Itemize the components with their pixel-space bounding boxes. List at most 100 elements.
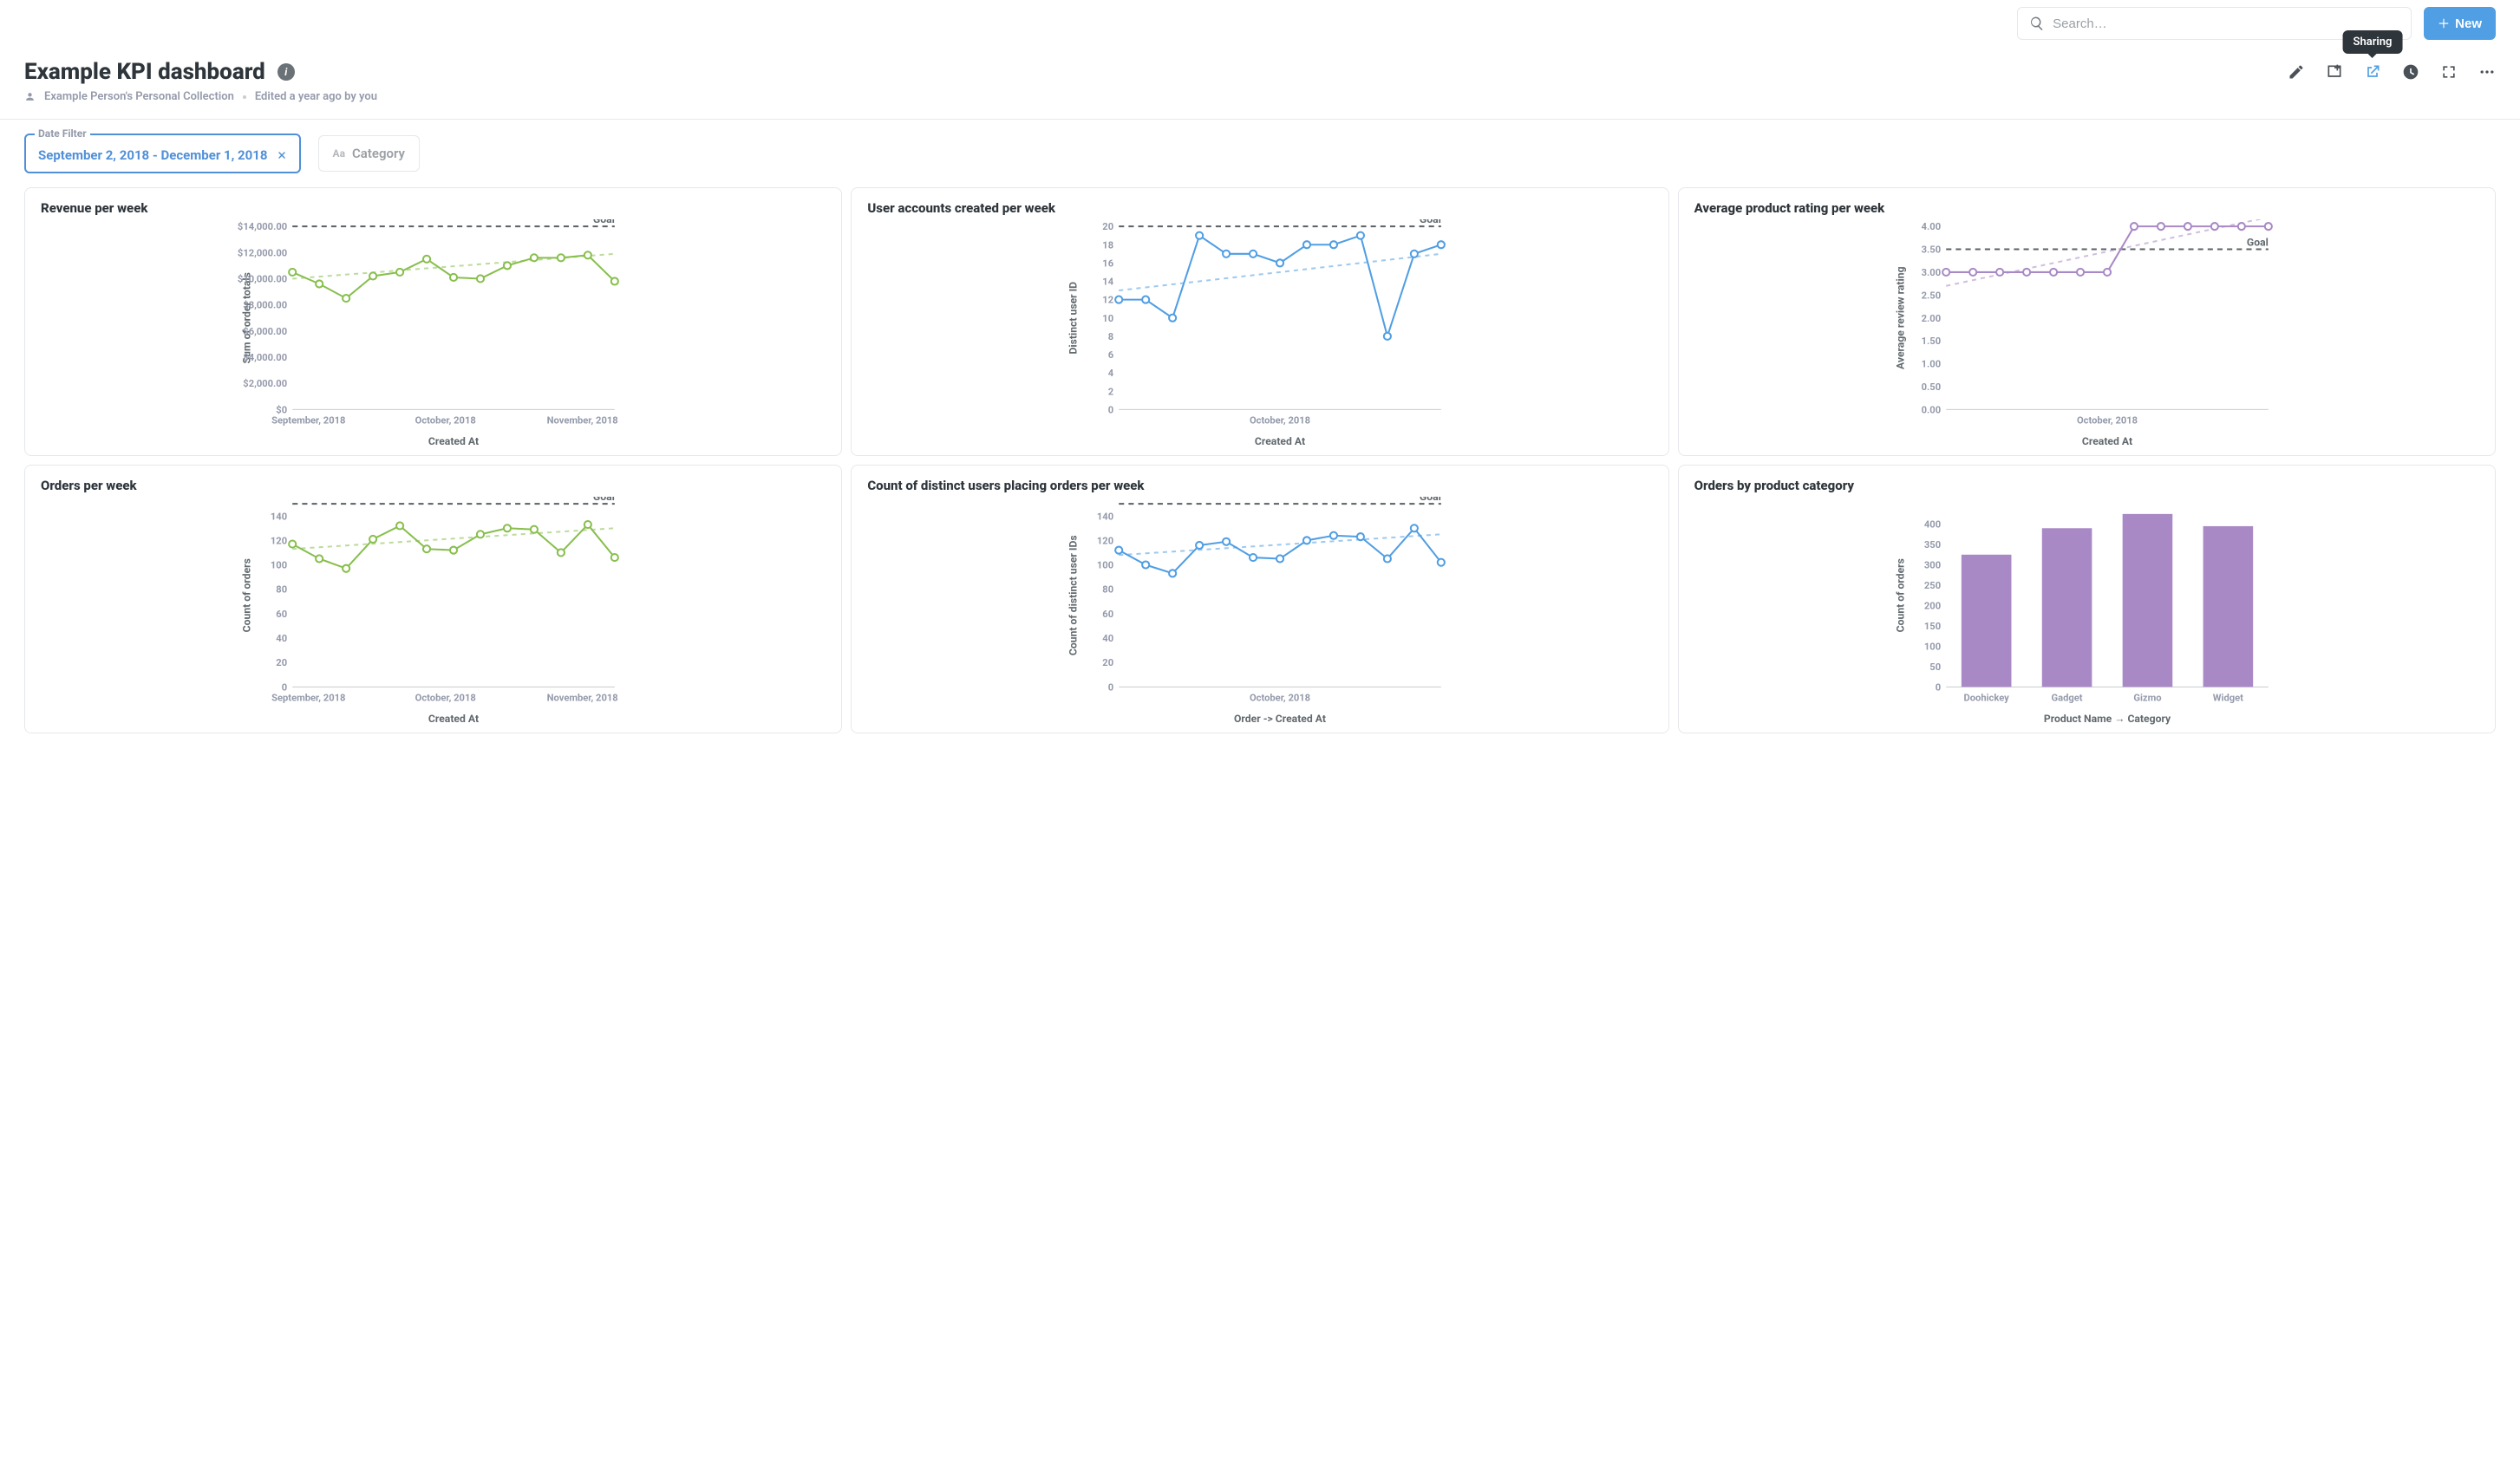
share-icon[interactable] [2364, 63, 2381, 81]
svg-text:1.00: 1.00 [1921, 359, 1940, 370]
card-title: Count of distinct users placing orders p… [867, 478, 1652, 493]
svg-text:6: 6 [1108, 349, 1114, 361]
svg-text:4: 4 [1108, 368, 1114, 379]
svg-text:Gizmo: Gizmo [2133, 693, 2161, 704]
svg-text:0: 0 [1935, 681, 1940, 693]
svg-text:Created At: Created At [1255, 435, 1305, 447]
page-title: Example KPI dashboard [24, 59, 265, 85]
svg-text:150: 150 [1924, 621, 1941, 632]
card-category-bars[interactable]: Orders by product category Count of order… [1678, 465, 2496, 733]
svg-text:Product Name → Category: Product Name → Category [2044, 713, 2171, 725]
svg-text:Doohickey: Doohickey [1963, 693, 2009, 704]
svg-text:4.00: 4.00 [1921, 221, 1940, 232]
svg-text:140: 140 [271, 511, 287, 522]
card-orders[interactable]: Orders per weekCount of ordersCreated At… [24, 465, 842, 733]
plus-icon [2438, 17, 2450, 29]
svg-text:Goal: Goal [1420, 497, 1441, 503]
dashboard-grid: Revenue per week Sum of order totals Creat… [0, 187, 2520, 759]
svg-text:November, 2018: November, 2018 [547, 415, 618, 427]
add-card-icon[interactable] [2326, 63, 2343, 81]
svg-text:0: 0 [1108, 681, 1113, 693]
dashboard-header: Example KPI dashboard i Sharing Example … [0, 47, 2520, 120]
svg-text:300: 300 [1924, 560, 1941, 571]
svg-text:Sum of order totals: Sum of order totals [240, 272, 252, 363]
separator-dot [243, 95, 246, 99]
svg-text:0.50: 0.50 [1921, 381, 1940, 393]
topbar: New [0, 0, 2520, 47]
svg-text:16: 16 [1103, 257, 1114, 269]
svg-text:October, 2018: October, 2018 [415, 693, 476, 704]
svg-text:100: 100 [1924, 641, 1941, 652]
svg-text:2.00: 2.00 [1921, 313, 1940, 324]
svg-text:2.50: 2.50 [1921, 290, 1940, 301]
card-user-accounts[interactable]: User accounts created per week Distinct u… [851, 187, 1668, 456]
svg-text:120: 120 [271, 535, 287, 546]
svg-text:20: 20 [276, 657, 287, 668]
svg-text:Count of distinct user IDs: Count of distinct user IDs [1067, 535, 1080, 655]
card-title: User accounts created per week [867, 200, 1652, 216]
more-icon[interactable] [2478, 63, 2496, 81]
svg-text:Created At: Created At [428, 435, 479, 447]
svg-text:Widget: Widget [2212, 693, 2243, 704]
svg-text:November, 2018: November, 2018 [547, 693, 618, 704]
svg-text:$4,000.00: $4,000.00 [243, 352, 287, 363]
svg-text:2: 2 [1108, 386, 1113, 397]
svg-text:400: 400 [1924, 519, 1941, 531]
svg-text:20: 20 [1103, 221, 1114, 232]
svg-text:100: 100 [1097, 560, 1113, 571]
breadcrumb: Example Person's Personal Collection Edi… [24, 90, 2496, 103]
svg-text:80: 80 [276, 584, 287, 596]
svg-text:200: 200 [1924, 601, 1941, 612]
tooltip-sharing: Sharing [2343, 30, 2403, 54]
svg-text:Goal: Goal [1420, 219, 1441, 225]
svg-text:Count of orders: Count of orders [1894, 558, 1906, 632]
svg-text:100: 100 [271, 560, 287, 571]
pencil-icon[interactable] [2288, 63, 2305, 81]
date-filter-value: September 2, 2018 - December 1, 2018 [38, 147, 268, 163]
svg-text:250: 250 [1924, 580, 1941, 591]
search-icon [2029, 16, 2045, 31]
svg-text:Goal: Goal [593, 497, 615, 503]
card-title: Orders by product category [1694, 478, 2479, 493]
clock-icon[interactable] [2402, 63, 2419, 81]
svg-text:Count of orders: Count of orders [240, 558, 252, 632]
collection-link[interactable]: Example Person's Personal Collection [44, 90, 234, 103]
svg-text:Average review rating: Average review rating [1894, 266, 1906, 369]
svg-text:140: 140 [1097, 511, 1113, 522]
card-avg-rating[interactable]: Average product rating per week Average r… [1678, 187, 2496, 456]
filter-bar: Date Filter September 2, 2018 - December… [0, 120, 2520, 187]
card-title: Average product rating per week [1694, 200, 2479, 216]
svg-text:October, 2018: October, 2018 [415, 415, 476, 427]
edited-info: Edited a year ago by you [255, 90, 377, 103]
svg-text:$14,000.00: $14,000.00 [238, 221, 287, 232]
new-button[interactable]: New [2424, 7, 2496, 40]
svg-text:80: 80 [1103, 584, 1114, 596]
svg-text:October, 2018: October, 2018 [1250, 693, 1310, 704]
fullscreen-icon[interactable] [2440, 63, 2458, 81]
svg-text:$10,000.00: $10,000.00 [238, 274, 287, 285]
card-title: Revenue per week [41, 200, 826, 216]
svg-text:8: 8 [1108, 331, 1113, 342]
header-actions: Sharing [2288, 63, 2496, 81]
svg-text:September, 2018: September, 2018 [271, 693, 345, 704]
svg-text:3.00: 3.00 [1921, 267, 1940, 278]
svg-text:120: 120 [1097, 535, 1113, 546]
svg-text:Distinct user ID: Distinct user ID [1067, 282, 1080, 355]
new-button-label: New [2455, 16, 2482, 31]
svg-text:40: 40 [276, 633, 287, 644]
card-revenue[interactable]: Revenue per week Sum of order totals Creat… [24, 187, 842, 456]
svg-text:Created At: Created At [2082, 435, 2132, 447]
category-filter[interactable]: Aa Category [318, 135, 420, 172]
svg-text:Order -> Created At: Order -> Created At [1234, 713, 1326, 725]
date-filter-chip[interactable]: Date Filter September 2, 2018 - December… [24, 134, 301, 173]
person-icon [24, 91, 36, 102]
info-icon[interactable]: i [277, 63, 295, 81]
svg-text:Goal: Goal [2247, 236, 2269, 248]
svg-text:Goal: Goal [593, 219, 615, 225]
close-icon[interactable] [277, 150, 287, 160]
svg-text:October, 2018: October, 2018 [1250, 415, 1310, 427]
svg-text:60: 60 [1103, 609, 1114, 620]
svg-text:3.50: 3.50 [1921, 244, 1940, 256]
svg-text:50: 50 [1929, 661, 1941, 673]
card-distinct-users[interactable]: Count of distinct users placing orders p… [851, 465, 1668, 733]
